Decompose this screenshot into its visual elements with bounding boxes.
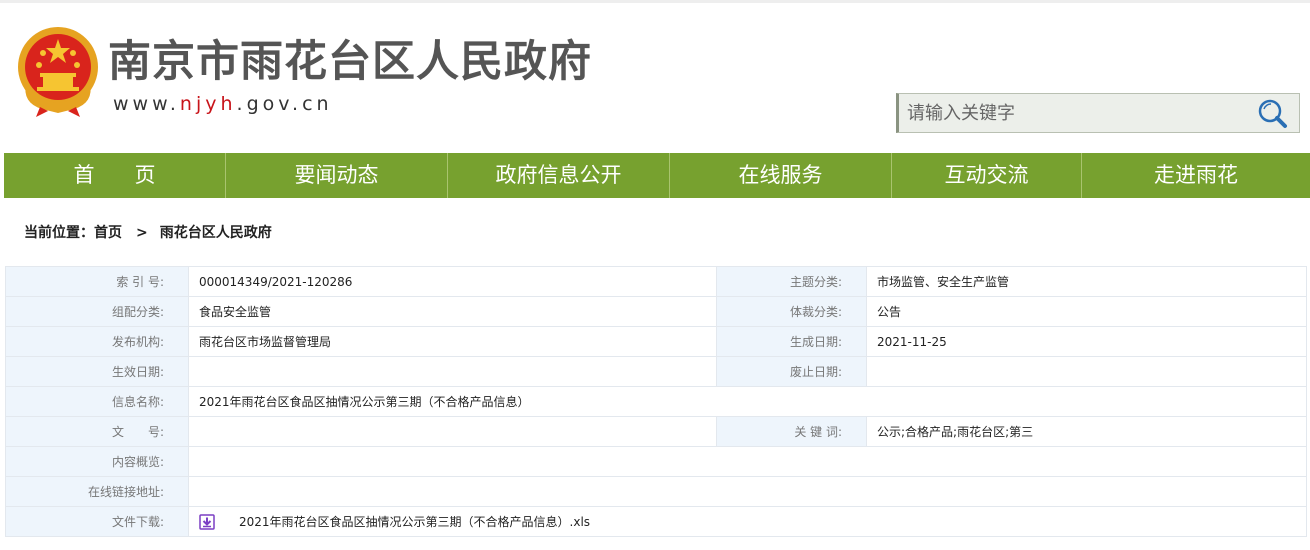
national-emblem-icon <box>18 27 98 117</box>
summary-value <box>188 446 1307 477</box>
keywords-label: 关 键 词: <box>716 416 867 447</box>
site-header: 南京市雨花台区人民政府 www.njyh.gov.cn <box>0 3 1310 150</box>
effective-date-label: 生效日期: <box>5 356 189 387</box>
site-url: www.njyh.gov.cn <box>113 93 333 115</box>
group-category-label: 组配分类: <box>5 296 189 327</box>
online-link-value <box>188 476 1307 507</box>
search-icon[interactable] <box>1255 97 1291 131</box>
keywords-value: 公示;合格产品;雨花台区;第三 <box>866 416 1307 447</box>
document-number-label: 文 号: <box>5 416 189 447</box>
expiry-date-value <box>866 356 1307 387</box>
info-title-value: 2021年雨花台区食品区抽情况公示第三期（不合格产品信息） <box>188 386 1307 417</box>
file-download-label: 文件下载: <box>5 506 189 537</box>
site-url-suffix: .gov.cn <box>236 93 333 115</box>
index-number-label: 索 引 号: <box>5 266 189 297</box>
main-nav: 首页 要闻动态 政府信息公开 在线服务 互动交流 走进雨花 <box>4 153 1310 198</box>
table-row: 文 号: 关 键 词: 公示;合格产品;雨花台区;第三 <box>5 416 1307 447</box>
breadcrumb: 当前位置：首页 > 雨花台区人民政府 <box>24 222 272 244</box>
nav-item-home[interactable]: 首页 <box>4 153 226 198</box>
site-url-prefix: www. <box>113 93 180 115</box>
site-url-highlight: njyh <box>179 93 237 115</box>
info-metadata-table: 索 引 号: 000014349/2021-120286 主题分类: 市场监管、… <box>5 266 1307 537</box>
breadcrumb-prefix: 当前位置： <box>24 225 94 241</box>
breadcrumb-separator: > <box>136 225 148 241</box>
publisher-label: 发布机构: <box>5 326 189 357</box>
info-title-label: 信息名称: <box>5 386 189 417</box>
group-category-value: 食品安全监管 <box>188 296 717 327</box>
created-date-value: 2021-11-25 <box>866 326 1307 357</box>
download-icon[interactable] <box>199 513 215 530</box>
table-row: 文件下载: 2021年雨花台区食品区抽情况公示第三期（不合格产品信息）.xls <box>5 506 1307 537</box>
nav-item-online-service[interactable]: 在线服务 <box>670 153 892 198</box>
nav-item-about-yuhua[interactable]: 走进雨花 <box>1082 153 1310 198</box>
table-row: 索 引 号: 000014349/2021-120286 主题分类: 市场监管、… <box>5 266 1307 297</box>
table-row: 组配分类: 食品安全监管 体裁分类: 公告 <box>5 296 1307 327</box>
download-file-link[interactable]: 2021年雨花台区食品区抽情况公示第三期（不合格产品信息）.xls <box>239 515 590 529</box>
genre-category-label: 体裁分类: <box>716 296 867 327</box>
publisher-value: 雨花台区市场监督管理局 <box>188 326 717 357</box>
online-link-label: 在线链接地址: <box>5 476 189 507</box>
expiry-date-label: 废止日期: <box>716 356 867 387</box>
document-number-value <box>188 416 717 447</box>
topic-category-label: 主题分类: <box>716 266 867 297</box>
nav-item-interaction[interactable]: 互动交流 <box>892 153 1082 198</box>
table-row: 信息名称: 2021年雨花台区食品区抽情况公示第三期（不合格产品信息） <box>5 386 1307 417</box>
table-row: 在线链接地址: <box>5 476 1307 507</box>
site-title: 南京市雨花台区人民政府 <box>108 37 592 87</box>
table-row: 发布机构: 雨花台区市场监督管理局 生成日期: 2021-11-25 <box>5 326 1307 357</box>
breadcrumb-current-link[interactable]: 雨花台区人民政府 <box>160 225 272 241</box>
effective-date-value <box>188 356 717 387</box>
table-row: 生效日期: 废止日期: <box>5 356 1307 387</box>
file-download-cell: 2021年雨花台区食品区抽情况公示第三期（不合格产品信息）.xls <box>188 506 1307 537</box>
genre-category-value: 公告 <box>866 296 1307 327</box>
nav-item-news[interactable]: 要闻动态 <box>226 153 448 198</box>
nav-item-gov-info[interactable]: 政府信息公开 <box>448 153 670 198</box>
topic-category-value: 市场监管、安全生产监管 <box>866 266 1307 297</box>
breadcrumb-home-link[interactable]: 首页 <box>94 225 122 241</box>
search-box <box>896 93 1300 133</box>
table-row: 内容概览: <box>5 446 1307 477</box>
summary-label: 内容概览: <box>5 446 189 477</box>
index-number-value: 000014349/2021-120286 <box>188 266 717 297</box>
search-input[interactable] <box>907 94 1237 132</box>
created-date-label: 生成日期: <box>716 326 867 357</box>
